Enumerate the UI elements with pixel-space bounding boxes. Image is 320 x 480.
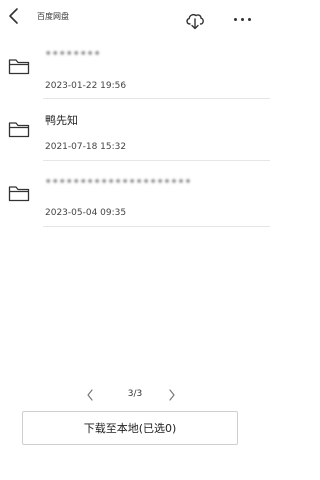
next-page-button[interactable] <box>164 385 180 405</box>
file-time: 2021-07-18 15:32 <box>45 142 127 152</box>
pagination: 3/3 <box>0 385 270 405</box>
folder-icon <box>8 186 30 202</box>
file-name: ••••••••••••••••••••• <box>45 175 192 188</box>
file-time: 2023-05-04 09:35 <box>45 208 127 218</box>
divider <box>43 160 270 161</box>
download-to-local-button[interactable]: 下载至本地(已选0) <box>22 411 238 445</box>
chevron-right-icon <box>169 389 175 401</box>
page-indicator: 3/3 <box>127 389 143 399</box>
back-button[interactable] <box>2 2 24 30</box>
header: 百度网盘 <box>0 0 270 36</box>
file-name: 鸭先知 <box>45 114 78 127</box>
screen: 百度网盘 •••••••• 2023-01-22 19:56 鸭先知 2021-… <box>0 0 270 480</box>
file-time: 2023-01-22 19:56 <box>45 81 127 91</box>
list-item[interactable]: ••••••••••••••••••••• 2023-05-04 09:35 <box>0 170 270 230</box>
more-button[interactable] <box>228 10 256 28</box>
more-horizontal-icon <box>233 17 251 21</box>
file-name: •••••••• <box>45 47 101 60</box>
divider <box>43 226 270 227</box>
chevron-left-icon <box>9 8 18 24</box>
cloud-download-icon <box>186 14 204 30</box>
list-item[interactable]: 鸭先知 2021-07-18 15:32 <box>0 104 270 164</box>
list-item[interactable]: •••••••• 2023-01-22 19:56 <box>0 38 270 99</box>
divider <box>43 98 270 99</box>
prev-page-button[interactable] <box>82 385 98 405</box>
folder-icon <box>8 59 30 75</box>
cloud-download-button[interactable] <box>183 7 207 33</box>
page-title: 百度网盘 <box>37 12 69 21</box>
folder-icon <box>8 122 30 138</box>
chevron-left-icon <box>87 389 93 401</box>
